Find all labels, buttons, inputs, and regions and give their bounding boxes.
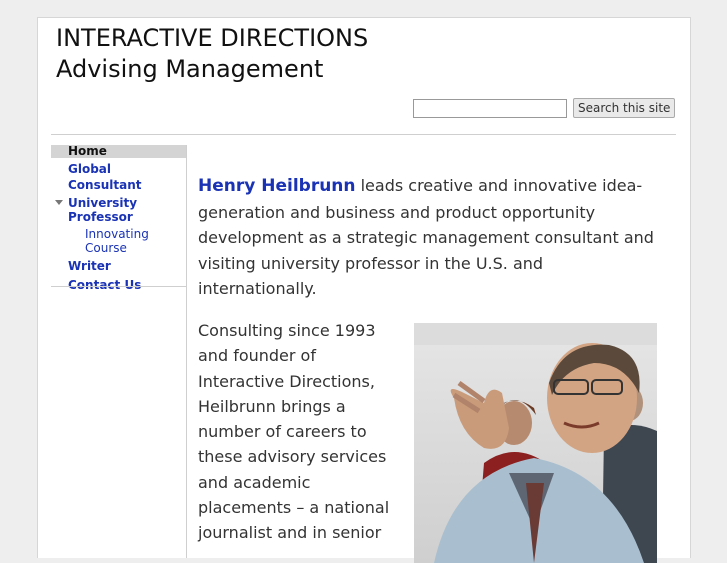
body-paragraph: Consulting since 1993 and founder of Int… [198, 321, 390, 543]
page-container: INTERACTIVE DIRECTIONS Advising Manageme… [37, 17, 691, 563]
sidebar-nav: Home Global Consultant University Profes… [51, 145, 186, 293]
intro-name-link[interactable]: Henry Heilbrunn [198, 176, 356, 196]
speaker-photo [414, 323, 657, 563]
nav-item-home[interactable]: Home [51, 145, 186, 158]
main-content: Henry Heilbrunn leads creative and innov… [198, 173, 658, 563]
intro-paragraph: Henry Heilbrunn leads creative and innov… [198, 173, 658, 302]
site-title: INTERACTIVE DIRECTIONS Advising Manageme… [56, 24, 369, 83]
sidebar: Home Global Consultant University Profes… [51, 145, 187, 558]
nav-item-contact-us[interactable]: Contact Us [51, 277, 186, 293]
header-divider [51, 134, 676, 135]
search-input[interactable] [413, 98, 567, 118]
sidebar-divider [51, 286, 186, 287]
speaker-photo-image [414, 323, 657, 563]
search-form: Search this site [413, 98, 676, 118]
nav-item-writer[interactable]: Writer [51, 258, 186, 274]
search-button[interactable]: Search this site [573, 98, 676, 118]
nav-item-global-consultant[interactable]: Global Consultant [51, 161, 186, 193]
nav-item-university-professor[interactable]: University Professor [51, 196, 186, 224]
nav-item-innovating-course[interactable]: Innovating Course [51, 227, 186, 255]
